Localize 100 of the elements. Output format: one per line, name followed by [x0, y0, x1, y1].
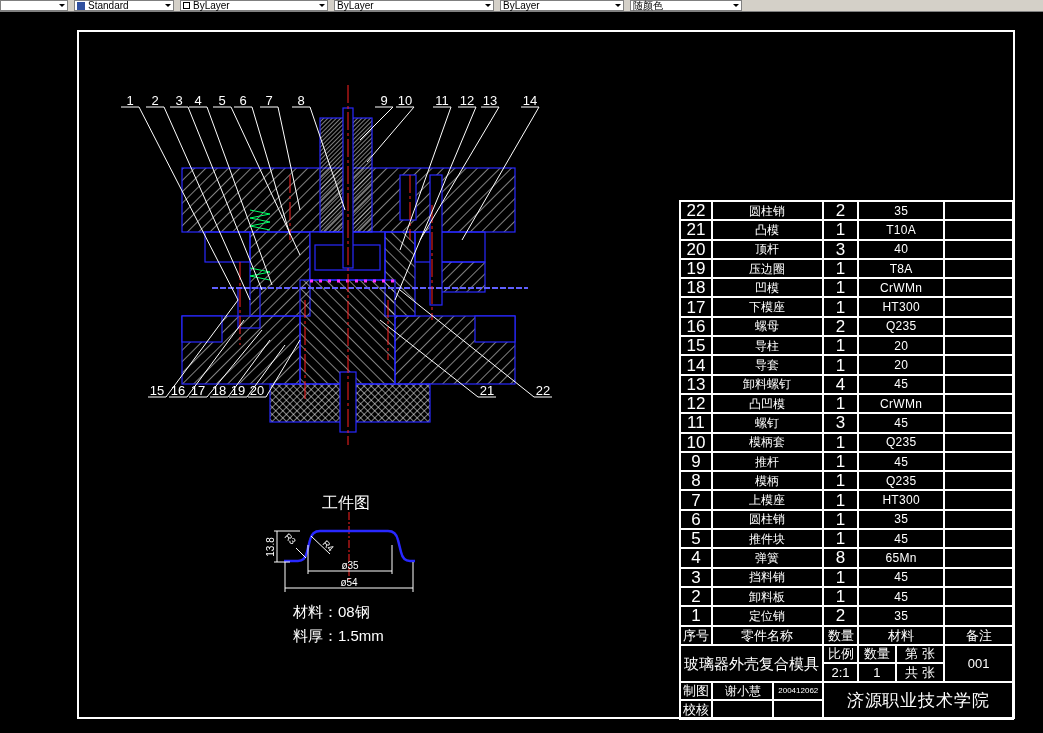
text-style-icon	[77, 1, 85, 10]
drawing-name: 玻璃器外壳复合模具	[681, 645, 825, 683]
part-number: 7	[265, 93, 273, 108]
part-number: 17	[190, 383, 206, 398]
part-number: 10	[397, 93, 413, 108]
sheet-label: 共 张	[896, 664, 946, 683]
part-number: 13	[482, 93, 498, 108]
table-cell: 45	[858, 587, 946, 608]
quantity-value: 1	[858, 664, 897, 683]
dimension-label: ø35	[341, 560, 359, 571]
table-cell: 21	[681, 221, 713, 241]
table-cell: 4	[824, 375, 859, 395]
table-cell: 9	[681, 452, 713, 473]
table-cell	[945, 414, 1014, 434]
part-number: 18	[211, 383, 227, 398]
table-cell: 45	[858, 452, 946, 473]
column-header: 材料	[858, 626, 946, 646]
table-cell: 4	[681, 549, 713, 569]
table-cell: 1	[824, 433, 859, 453]
part-number: 11	[435, 93, 449, 108]
table-cell	[945, 568, 1014, 588]
center-line	[348, 511, 350, 583]
table-cell: 螺钉	[712, 414, 825, 434]
table-cell	[945, 240, 1014, 260]
table-cell: T10A	[858, 221, 946, 241]
table-cell: 3	[824, 240, 859, 260]
table-cell: 1	[824, 259, 859, 280]
dropdown-value: ByLayer	[193, 0, 231, 11]
dropdown[interactable]: ByLayer	[180, 0, 328, 11]
table-cell: 挡料销	[712, 568, 825, 588]
table-cell	[945, 221, 1014, 241]
dropdown-value: ByLayer	[337, 0, 375, 11]
part-number: 9	[380, 93, 388, 108]
table-cell: 卸料板	[712, 587, 825, 608]
column-header: 零件名称	[712, 626, 825, 646]
table-cell: 1	[824, 279, 859, 299]
table-cell	[945, 337, 1014, 357]
part-number: 4	[194, 93, 202, 108]
table-cell: 1	[824, 491, 859, 511]
table-cell: 2	[681, 587, 713, 608]
dropdown-arrow-icon	[59, 4, 65, 7]
table-cell	[945, 279, 1014, 299]
drafter-name: 谢小慧	[712, 682, 775, 702]
table-cell: CrWMn	[858, 279, 946, 299]
table-cell: 45	[858, 375, 946, 395]
table-cell: 35	[858, 607, 946, 627]
dropdown-arrow-icon	[733, 4, 739, 7]
table-cell: 14	[681, 356, 713, 376]
table-cell: 3	[824, 414, 859, 434]
table-cell: 推杆	[712, 452, 825, 473]
part-number: 5	[218, 93, 226, 108]
sheet-label: 第 张	[896, 645, 946, 665]
table-cell: 下模座	[712, 298, 825, 318]
part-number: 20	[249, 383, 265, 398]
table-cell: 7	[681, 491, 713, 511]
table-cell: HT300	[858, 491, 946, 511]
table-cell: 11	[681, 414, 713, 434]
table-cell: 12	[681, 394, 713, 415]
table-cell: Q235	[858, 317, 946, 338]
table-cell: 1	[824, 221, 859, 241]
dimension-label: ø54	[340, 577, 358, 588]
table-cell	[945, 530, 1014, 550]
dropdown-value: ByLayer	[503, 0, 541, 11]
table-cell: 5	[681, 530, 713, 550]
dropdown[interactable]	[0, 0, 68, 11]
table-cell: 6	[681, 510, 713, 531]
table-cell	[712, 701, 775, 720]
dimension-label: 13.8	[265, 537, 276, 557]
table-cell	[945, 491, 1014, 511]
material-note: 材料：08钢	[293, 603, 370, 620]
table-cell: 19	[681, 259, 713, 280]
part-number: 8	[297, 93, 305, 108]
table-cell: T8A	[858, 259, 946, 280]
part-number: 21	[479, 383, 495, 398]
table-cell: 弹簧	[712, 549, 825, 569]
table-cell: CrWMn	[858, 394, 946, 415]
dropdown[interactable]: ByLayer	[334, 0, 494, 11]
table-cell: 螺母	[712, 317, 825, 338]
dropdown[interactable]: 随颜色	[630, 0, 742, 11]
table-cell	[945, 259, 1014, 280]
table-cell: 1	[824, 568, 859, 588]
dropdown[interactable]: ByLayer	[500, 0, 624, 11]
dropdown[interactable]: Standard	[74, 0, 174, 11]
table-cell: 1	[824, 587, 859, 608]
table-cell: 45	[858, 414, 946, 434]
table-cell: 凹模	[712, 279, 825, 299]
table-cell: 定位销	[712, 607, 825, 627]
table-cell: 2	[824, 317, 859, 338]
table-cell: 1	[824, 510, 859, 531]
dropdown-arrow-icon	[319, 4, 325, 7]
table-cell: 上模座	[712, 491, 825, 511]
table-cell	[945, 587, 1014, 608]
column-header: 序号	[681, 626, 713, 646]
school-name: 济源职业技术学院	[824, 682, 1014, 720]
table-cell: 模柄	[712, 472, 825, 492]
workpiece-title: 工件图	[322, 494, 370, 511]
scale-value: 2:1	[824, 664, 859, 683]
table-cell: 1	[824, 337, 859, 357]
table-cell: 1	[824, 356, 859, 376]
table-cell: 凸模	[712, 221, 825, 241]
